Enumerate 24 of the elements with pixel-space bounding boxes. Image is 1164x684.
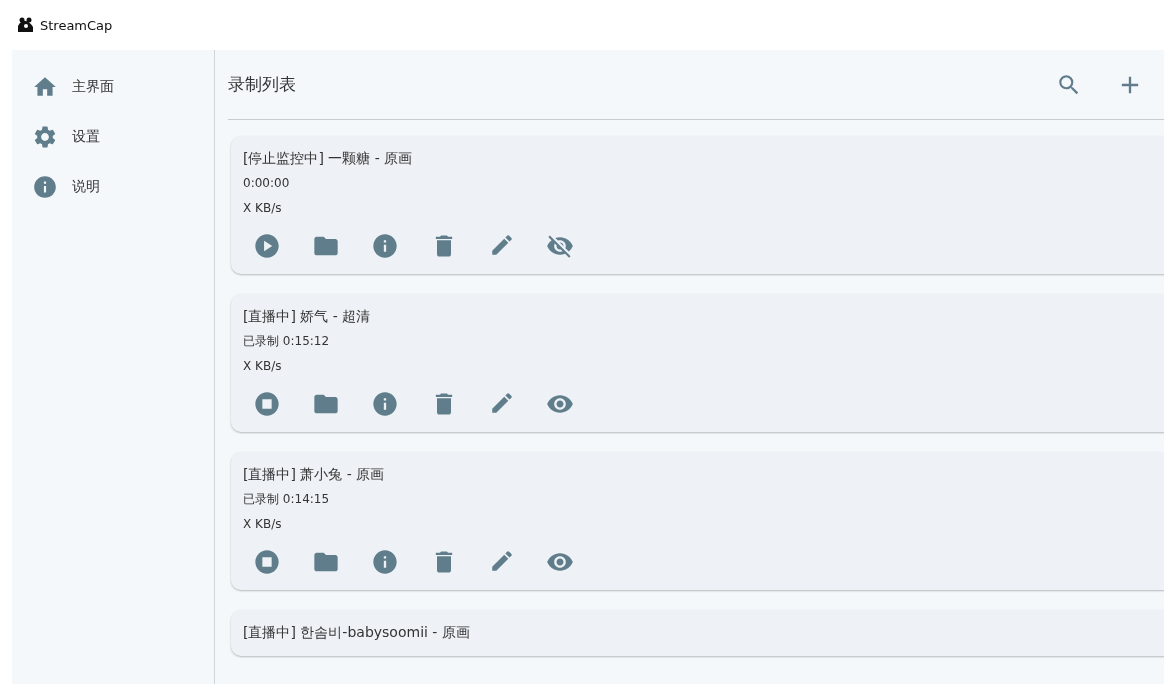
info-button[interactable]: [371, 548, 399, 576]
recording-title: [直播中] 萧小兔 - 原画: [243, 465, 386, 484]
settings-icon: [32, 124, 58, 150]
recording-speed: X KB/s: [243, 358, 283, 375]
recording-duration: 已录制 0:14:15: [243, 491, 331, 508]
window-title: StreamCap: [40, 17, 113, 33]
info-button[interactable]: [371, 390, 399, 418]
page-title: 录制列表: [228, 73, 297, 96]
recording-duration: 0:00:00: [243, 175, 291, 192]
info-button[interactable]: [371, 232, 399, 260]
recording-title: [直播中] 한솜비-babysoomii - 原画: [243, 623, 471, 642]
recording-speed: X KB/s: [243, 516, 283, 533]
sidebar-item[interactable]: 设置: [12, 112, 214, 162]
recording-duration: 已录制 0:15:12: [243, 333, 331, 350]
recording-speed: X KB/s: [243, 200, 283, 217]
recording-title: [停止监控中] 一颗糖 - 原画: [243, 149, 414, 168]
recording-title: [直播中] 娇气 - 超清: [243, 307, 372, 326]
play-button[interactable]: [253, 232, 281, 260]
sidebar-item[interactable]: 主界面: [12, 62, 214, 112]
stop-button[interactable]: [253, 548, 281, 576]
app-logo-icon: [17, 17, 34, 33]
sidebar-item[interactable]: 说明: [12, 162, 214, 212]
info-icon: [32, 174, 58, 200]
stop-button[interactable]: [253, 390, 281, 418]
